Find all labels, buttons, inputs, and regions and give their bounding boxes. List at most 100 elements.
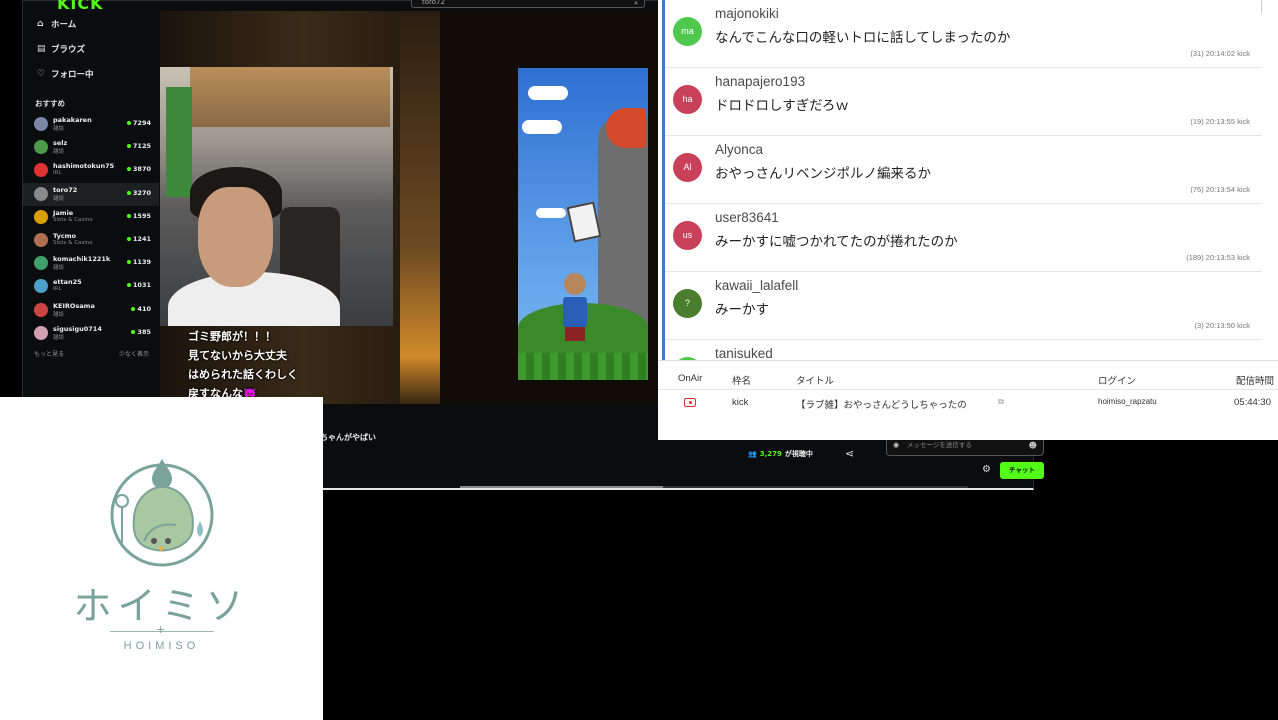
stream-torch xyxy=(400,11,440,404)
hero-character xyxy=(562,273,588,343)
viewer-count: 1031 xyxy=(127,281,151,289)
viewer-count: 1139 xyxy=(127,258,151,266)
sidebar-item-label: ホーム xyxy=(51,19,77,30)
stream-overlay-text: ゴミ野郎が！！！ 見てないから大丈夫 はめられた話くわしく 戻すなんな👿 xyxy=(188,327,298,403)
gear-icon[interactable]: ⚙ xyxy=(982,464,991,475)
hero-head xyxy=(564,273,586,295)
viewer-count: 7125 xyxy=(127,142,151,150)
comment-list[interactable]: ma majonokiki なんでこんな口の軽いトロに話してしまったのか (31… xyxy=(662,0,1262,360)
viewers-suffix: が視聴中 xyxy=(784,450,813,458)
comment-username: majonokiki xyxy=(715,6,779,21)
search-value: toro72 xyxy=(422,0,445,6)
plus-ornament-icon: + xyxy=(156,623,166,636)
stream-tag: ちゃんがやばい xyxy=(320,433,376,442)
onair-icon xyxy=(684,398,696,407)
show-more-link[interactable]: もっと見る xyxy=(34,349,64,358)
search-icon[interactable]: ⌕ xyxy=(634,0,638,9)
channel-item[interactable]: Jamie Slots & Casino 1595 xyxy=(23,206,159,229)
column-header-service[interactable]: 枠名 xyxy=(732,373,751,387)
hoimiso-logo-icon xyxy=(110,459,214,567)
channel-item[interactable]: pakakaren 雑談 7294 xyxy=(23,113,159,136)
channel-item[interactable]: sigusigu0714 雑談 385 xyxy=(23,322,159,345)
comment-item[interactable]: us user83641 みーかすに嘘つかれてたのが捲れたのか (189) 20… xyxy=(665,204,1262,272)
column-header-title[interactable]: タイトル xyxy=(796,373,834,387)
search-input[interactable]: toro72 ⌕ xyxy=(411,0,645,8)
comment-username: hanapajero193 xyxy=(715,74,806,89)
comment-username: tanisuked xyxy=(715,346,773,360)
ground xyxy=(518,353,648,380)
channel-item[interactable]: KEIROsama 雑談 410 xyxy=(23,299,159,322)
browse-icon: ▤ xyxy=(37,43,46,54)
avatar xyxy=(34,232,48,247)
comment-text: ドロドロしすぎだろｗ xyxy=(715,98,849,114)
channel-item-active[interactable]: toro72 雑談 3270 xyxy=(23,182,159,206)
avatar xyxy=(34,256,48,271)
avatar xyxy=(34,279,48,294)
comment-item[interactable]: ta tanisuked xyxy=(665,340,1262,360)
avatar xyxy=(34,209,48,224)
avatar xyxy=(34,140,48,155)
playback-progress-fill xyxy=(460,486,664,488)
sidebar-item-label: フォロー中 xyxy=(51,69,94,80)
row-time: 05:44:30 xyxy=(1234,397,1271,408)
avatar: Al xyxy=(673,153,702,182)
stream-table: OnAir 枠名 タイトル ログイン 配信時間 kick 【ラブ雑】おやっさんど… xyxy=(658,360,1278,440)
comment-item[interactable]: ma majonokiki なんでこんな口の軽いトロに話してしまったのか (31… xyxy=(665,0,1262,68)
cloud xyxy=(522,120,562,134)
channel-item[interactable]: ettan25 IRL 1031 xyxy=(23,275,159,298)
show-less-link[interactable]: 少なく表示 xyxy=(119,349,149,358)
column-header-onair[interactable]: OnAir xyxy=(678,373,702,384)
document-sign xyxy=(566,201,602,243)
comment-item[interactable]: ? kawaii_lalafell みーかす (3) 20:13:50 kick xyxy=(665,272,1262,340)
copy-icon[interactable]: ⧉ xyxy=(998,397,1004,407)
comment-item[interactable]: Al Alyonca おやっさんリベンジポルノ編来るか (76) 20:13:5… xyxy=(665,136,1262,204)
comment-username: user83641 xyxy=(715,210,779,225)
viewers-icon: 👥 xyxy=(748,450,757,458)
share-icon[interactable]: ⋖ xyxy=(845,447,854,460)
channel-item[interactable]: hashimotokun75 IRL 3870 xyxy=(23,159,159,182)
comment-meta: (76) 20:13:54 kick xyxy=(1190,185,1250,194)
recommended-title: おすすめ xyxy=(35,99,65,108)
channel-item[interactable]: Tycmo Slots & Casino 1241 xyxy=(23,229,159,252)
divider xyxy=(658,389,1278,390)
comment-meta: (3) 20:13:50 kick xyxy=(1194,321,1250,330)
viewer-count: 385 xyxy=(131,328,151,336)
viewers-count: 3,279 xyxy=(759,450,782,458)
avatar xyxy=(34,186,48,201)
avatar xyxy=(34,117,48,131)
viewer-count: 7294 xyxy=(127,119,151,127)
logo-title: ホイミソ xyxy=(73,584,250,628)
avatar xyxy=(34,163,48,178)
comment-text: みーかすに嘘つかれてたのが捲れたのか xyxy=(715,234,958,250)
viewer-count: 410 xyxy=(131,305,151,313)
scrollbar-thumb[interactable] xyxy=(1261,0,1262,14)
logo-subtitle: HOIMISO xyxy=(123,640,200,652)
column-header-time[interactable]: 配信時間 xyxy=(1236,373,1274,387)
webcam-clothes xyxy=(166,87,192,197)
sidebar-item-home[interactable]: ⌂ ホーム xyxy=(23,11,159,36)
avatar: us xyxy=(673,221,702,250)
hero-body xyxy=(563,297,587,327)
comment-meta: (189) 20:13:53 kick xyxy=(1186,253,1250,262)
sidebar-item-browse[interactable]: ▤ ブラウズ xyxy=(23,36,159,61)
column-header-login[interactable]: ログイン xyxy=(1098,373,1136,387)
playback-progress[interactable] xyxy=(460,486,968,488)
overlay-line: ゴミ野郎が！！！ xyxy=(188,330,276,343)
logo-panel: ホイミソ + HOIMISO xyxy=(0,397,323,720)
sidebar-footer: もっと見る 少なく表示 xyxy=(23,345,159,358)
comment-item[interactable]: ha hanapajero193 ドロドロしすぎだろｗ (19) 20:13:5… xyxy=(665,68,1262,136)
avatar: ? xyxy=(673,289,702,318)
channel-item[interactable]: komachik1221k 雑談 1139 xyxy=(23,252,159,275)
webcam-shelf xyxy=(190,67,390,127)
row-service: kick xyxy=(732,397,749,408)
chat-send-button[interactable]: チャット xyxy=(1000,462,1044,479)
viewer-count: 1241 xyxy=(127,235,151,243)
sidebar-item-label: ブラウズ xyxy=(51,44,86,55)
comment-username: Alyonca xyxy=(715,142,764,157)
comment-meta: (19) 20:13:55 kick xyxy=(1190,117,1250,126)
sidebar-item-following[interactable]: ♡ フォロー中 xyxy=(23,61,159,86)
overlay-line: はめられた話くわしく xyxy=(188,368,298,381)
chat-placeholder: メッセージを送信する xyxy=(907,441,972,449)
channel-item[interactable]: selz 雑談 7125 xyxy=(23,136,159,159)
heart-icon: ♡ xyxy=(37,68,46,79)
